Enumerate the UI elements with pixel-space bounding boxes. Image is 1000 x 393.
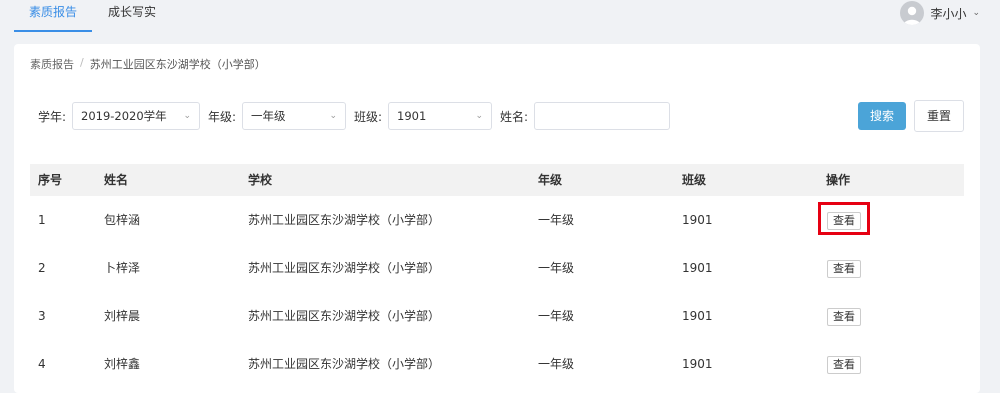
tab-quality-report[interactable]: 素质报告	[14, 0, 92, 32]
row-name: 包梓涵	[104, 213, 141, 227]
row-index: 4	[38, 357, 46, 371]
class-label: 班级:	[354, 110, 383, 124]
year-select-value: 2019-2020学年	[81, 109, 167, 123]
row-school: 苏州工业园区东沙湖学校（小学部）	[248, 309, 441, 323]
user-name: 李小小	[930, 6, 967, 21]
reset-button[interactable]: 重置	[914, 100, 964, 132]
row-index: 1	[38, 213, 46, 227]
tab-growth-record[interactable]: 成长写实	[96, 0, 168, 32]
year-select[interactable]: 2019-2020学年 ⌄	[72, 102, 200, 130]
grade-label: 年级:	[208, 110, 237, 124]
chevron-down-icon[interactable]: ⌄	[972, 8, 980, 18]
row-name: 刘梓晨	[104, 309, 141, 323]
table-row: 3 刘梓晨 苏州工业园区东沙湖学校（小学部） 一年级 1901 查看	[30, 292, 964, 340]
filter-bar: 学年: 2019-2020学年 ⌄ 年级: 一年级 ⌄ 班级: 1901 ⌄ 姓…	[14, 44, 980, 144]
user-icon	[903, 6, 921, 25]
header-operation: 操作	[826, 173, 851, 187]
header-grade: 年级	[538, 173, 563, 187]
row-grade: 一年级	[538, 261, 575, 275]
user-menu[interactable]: 李小小 ⌄	[900, 0, 980, 26]
row-school: 苏州工业园区东沙湖学校（小学部）	[248, 357, 441, 371]
grade-select[interactable]: 一年级 ⌄	[242, 102, 346, 130]
row-class: 1901	[682, 357, 713, 371]
row-school: 苏州工业园区东沙湖学校（小学部）	[248, 261, 441, 275]
view-button[interactable]: 查看	[827, 308, 861, 326]
row-class: 1901	[682, 261, 713, 275]
chevron-down-icon: ⌄	[183, 111, 191, 121]
table-header: 序号 姓名 学校 年级 班级 操作	[30, 164, 964, 196]
row-grade: 一年级	[538, 357, 575, 371]
row-grade: 一年级	[538, 213, 575, 227]
student-table: 序号 姓名 学校 年级 班级 操作 1 包梓涵 苏州工业园区东沙湖学校（小学部）…	[30, 164, 964, 388]
table-row: 1 包梓涵 苏州工业园区东沙湖学校（小学部） 一年级 1901 查看	[30, 196, 964, 244]
name-input[interactable]	[534, 102, 670, 130]
table-row: 4 刘梓鑫 苏州工业园区东沙湖学校（小学部） 一年级 1901 查看	[30, 340, 964, 388]
view-button[interactable]: 查看	[827, 260, 861, 278]
header-class: 班级	[682, 173, 707, 187]
row-index: 2	[38, 261, 46, 275]
chevron-down-icon: ⌄	[475, 111, 483, 121]
view-button[interactable]: 查看	[827, 212, 861, 230]
class-select-value: 1901	[397, 109, 427, 123]
row-index: 3	[38, 309, 46, 323]
view-button[interactable]: 查看	[827, 356, 861, 374]
header-name: 姓名	[104, 173, 129, 187]
name-label: 姓名:	[500, 110, 529, 124]
grade-select-value: 一年级	[251, 109, 286, 123]
header-school: 学校	[248, 173, 273, 187]
row-name: 刘梓鑫	[104, 357, 141, 371]
year-label: 学年:	[38, 110, 67, 124]
avatar	[900, 1, 925, 25]
row-school: 苏州工业园区东沙湖学校（小学部）	[248, 213, 441, 227]
search-button[interactable]: 搜索	[858, 102, 906, 130]
content-card: 素质报告 / 苏州工业园区东沙湖学校（小学部） 学年: 2019-2020学年 …	[14, 44, 980, 393]
row-class: 1901	[682, 213, 713, 227]
top-navigation: 素质报告 成长写实 李小小 ⌄	[0, 0, 1000, 32]
table-row: 2 卜梓泽 苏州工业园区东沙湖学校（小学部） 一年级 1901 查看	[30, 244, 964, 292]
header-index: 序号	[38, 173, 63, 187]
row-class: 1901	[682, 309, 713, 323]
class-select[interactable]: 1901 ⌄	[388, 102, 492, 130]
chevron-down-icon: ⌄	[329, 111, 337, 121]
row-grade: 一年级	[538, 309, 575, 323]
row-name: 卜梓泽	[104, 261, 141, 275]
